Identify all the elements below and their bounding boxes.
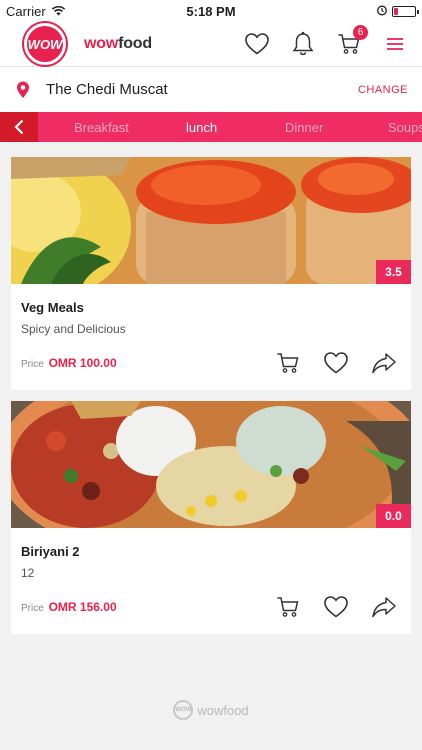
menu-button[interactable] xyxy=(382,31,408,57)
food-card[interactable]: 3.5 Veg Meals Spicy and Delicious Price … xyxy=(11,157,411,390)
heart-icon xyxy=(245,33,269,55)
back-button[interactable] xyxy=(0,112,38,142)
footer-brand-name: wowfood xyxy=(197,702,249,718)
location-bar: The Chedi Muscat CHANGE xyxy=(0,66,422,112)
rating-badge: 0.0 xyxy=(376,504,411,528)
item-title: Biriyani 2 xyxy=(21,544,80,559)
item-subtitle: 12 xyxy=(21,566,35,580)
brand-name: wowfood xyxy=(84,35,152,53)
heart-icon xyxy=(324,352,348,374)
alarm-icon xyxy=(376,4,388,19)
favorite-button[interactable] xyxy=(323,350,349,376)
price: Price OMR 156.00 xyxy=(21,600,117,614)
brand-prefix: wow xyxy=(84,35,119,52)
carrier-label: Carrier xyxy=(6,3,46,19)
share-button[interactable] xyxy=(371,350,397,376)
cart-button[interactable]: 6 xyxy=(336,25,368,57)
app-header: WOW wowfood 6 xyxy=(0,22,422,66)
tab-dinner[interactable]: Dinner xyxy=(285,120,323,135)
footer-brand: WOW wowfood xyxy=(0,700,422,720)
item-title: Veg Meals xyxy=(21,300,84,315)
food-image: 3.5 xyxy=(11,157,411,284)
category-bar: Breakfast lunch Dinner Soups xyxy=(0,112,422,142)
price-label: Price xyxy=(21,359,44,370)
change-location-button[interactable]: CHANGE xyxy=(358,84,408,96)
cart-icon xyxy=(277,597,299,617)
tab-lunch[interactable]: lunch xyxy=(186,120,217,135)
chevron-left-icon xyxy=(14,119,24,135)
heart-icon xyxy=(324,596,348,618)
share-icon xyxy=(372,353,396,374)
tab-breakfast[interactable]: Breakfast xyxy=(74,120,129,135)
location-pin-icon xyxy=(17,81,29,98)
favorite-button[interactable] xyxy=(323,594,349,620)
price-value: OMR 100.00 xyxy=(48,356,117,370)
price-label: Price xyxy=(21,603,44,614)
tab-soups[interactable]: Soups xyxy=(388,120,422,135)
food-image: 0.0 xyxy=(11,401,411,528)
location-name: The Chedi Muscat xyxy=(46,81,168,98)
brand: WOW wowfood xyxy=(24,23,152,65)
share-button[interactable] xyxy=(371,594,397,620)
status-bar: Carrier 5:18 PM xyxy=(0,0,422,22)
share-icon xyxy=(372,597,396,618)
bell-icon xyxy=(292,31,314,56)
battery-icon xyxy=(392,5,419,17)
menu-icon xyxy=(387,38,403,50)
logo: WOW xyxy=(24,23,66,65)
price-value: OMR 156.00 xyxy=(48,600,117,614)
food-card[interactable]: 0.0 Biriyani 2 12 Price OMR 156.00 xyxy=(11,401,411,634)
favorites-button[interactable] xyxy=(244,31,270,57)
wifi-icon xyxy=(51,4,66,19)
add-to-cart-button[interactable] xyxy=(275,350,301,376)
footer-logo: WOW xyxy=(173,700,194,720)
cart-count-badge: 6 xyxy=(353,25,368,40)
notifications-button[interactable] xyxy=(290,31,316,57)
add-to-cart-button[interactable] xyxy=(275,594,301,620)
cart-icon xyxy=(277,353,299,373)
brand-suffix: food xyxy=(118,35,152,52)
item-subtitle: Spicy and Delicious xyxy=(21,322,126,336)
price: Price OMR 100.00 xyxy=(21,356,117,370)
rating-badge: 3.5 xyxy=(376,260,411,284)
